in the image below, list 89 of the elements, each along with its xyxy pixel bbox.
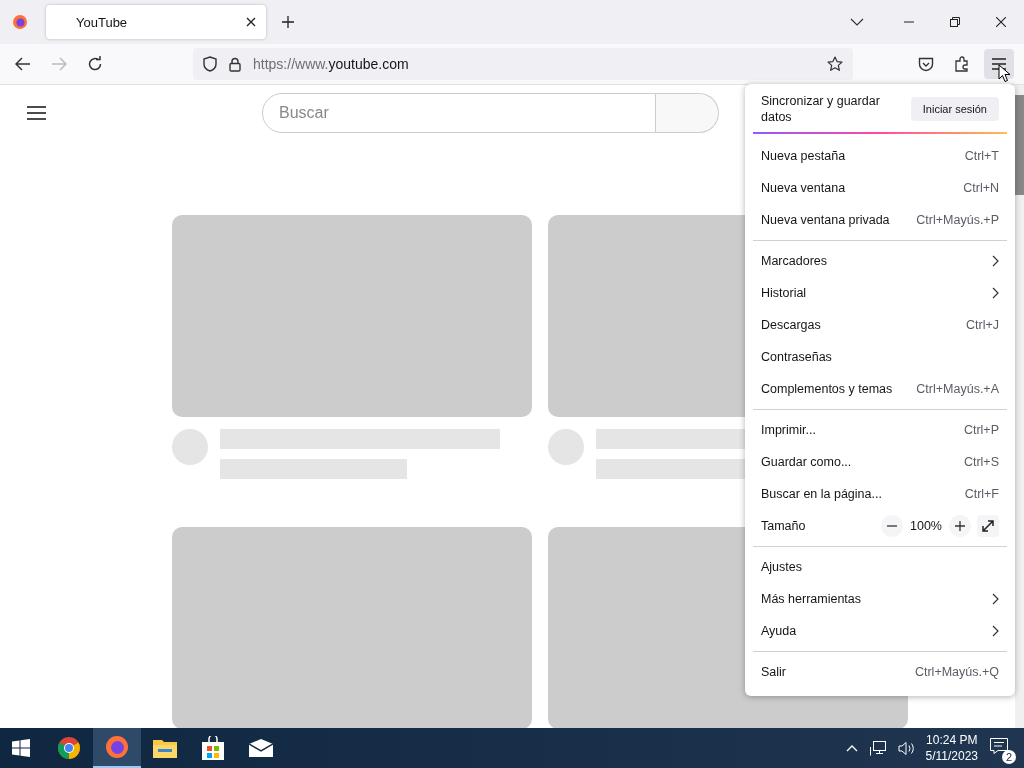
zoom-out-button[interactable] (881, 515, 903, 537)
plus-icon (955, 521, 965, 531)
chevron-right-icon (992, 593, 999, 605)
shortcut-text: Ctrl+Mayús.+P (916, 213, 999, 227)
menu-item[interactable]: Descargas Ctrl+J (753, 309, 1007, 341)
menu-item-label: Ayuda (761, 624, 797, 638)
sync-label: Sincronizar y guardar datos (761, 93, 881, 125)
menu-item-label: Imprimir... (761, 423, 816, 437)
new-tab-icon[interactable] (282, 16, 294, 28)
scrollbar[interactable] (1015, 85, 1024, 728)
shortcut-text: Ctrl+T (964, 149, 999, 163)
avatar-placeholder (548, 429, 584, 465)
lock-icon[interactable] (229, 56, 241, 72)
menu-item-label: Nueva ventana privada (761, 213, 890, 227)
fullscreen-button[interactable] (977, 515, 999, 537)
menu-item-label: Marcadores (761, 254, 827, 268)
chevron-up-icon[interactable] (845, 744, 858, 752)
clock-date: 5/11/2023 (925, 748, 978, 764)
menu-item-label: Buscar en la página... (761, 487, 882, 501)
menu-item[interactable]: Ayuda (753, 615, 1007, 647)
star-icon[interactable] (827, 56, 843, 72)
menu-item[interactable]: Más herramientas (753, 583, 1007, 615)
clock-time: 10:24 PM (926, 732, 978, 748)
menu-item-label: Salir (761, 665, 786, 679)
puzzle-icon[interactable] (954, 56, 970, 72)
menu-item-label: Contraseñas (761, 350, 832, 364)
menu-item-label: Ajustes (761, 560, 802, 574)
zoom-in-button[interactable] (949, 515, 971, 537)
firefox-icon (105, 735, 129, 759)
windows-start-icon[interactable] (12, 739, 30, 757)
menu-item[interactable]: Imprimir... Ctrl+P (753, 414, 1007, 446)
firefox-icon[interactable] (12, 14, 28, 30)
restore-icon[interactable] (950, 17, 960, 27)
menu-item[interactable]: Historial (753, 277, 1007, 309)
expand-arrows-icon (982, 520, 994, 532)
menu-item[interactable]: Complementos y temas Ctrl+Mayús.+A (753, 373, 1007, 405)
reload-icon[interactable] (87, 56, 103, 72)
shortcut-text: Ctrl+Mayús.+Q (914, 665, 999, 679)
mail-icon (249, 739, 273, 757)
notification-badge: 2 (1002, 750, 1016, 764)
menu-item-label: Descargas (761, 318, 821, 332)
volume-icon[interactable] (897, 740, 916, 756)
menu-item[interactable]: Nueva pestaña Ctrl+T (753, 140, 1007, 172)
menu-item[interactable]: Marcadores (753, 245, 1007, 277)
close-icon[interactable] (246, 17, 256, 27)
menu-icon[interactable] (992, 58, 1006, 70)
menu-item-label: Nueva ventana (761, 181, 846, 195)
shortcut-text: Ctrl+S (963, 455, 999, 469)
chevron-down-icon[interactable] (850, 18, 864, 26)
menu-item-label: Complementos y temas (761, 382, 893, 396)
shortcut-text: Ctrl+N (963, 181, 999, 195)
search-field[interactable]: Buscar (262, 93, 656, 133)
chevron-right-icon (992, 287, 999, 299)
menu-item[interactable]: Nueva ventana privada Ctrl+Mayús.+P (753, 204, 1007, 236)
chevron-right-icon (992, 625, 999, 637)
back-icon[interactable] (15, 57, 31, 71)
avatar-placeholder (172, 429, 208, 465)
folder-icon (153, 738, 177, 758)
close-icon[interactable] (996, 17, 1006, 27)
store-icon (202, 736, 224, 760)
shortcut-text: Ctrl+J (966, 318, 999, 332)
shield-icon[interactable] (203, 56, 217, 72)
menu-item[interactable]: Guardar como... Ctrl+S (753, 446, 1007, 478)
url-text: https://www.youtube.com (253, 56, 409, 72)
menu-item[interactable]: Buscar en la página... Ctrl+F (753, 478, 1007, 510)
network-icon[interactable] (869, 740, 886, 756)
menu-item-label: Historial (761, 286, 807, 300)
menu-item-label: Más herramientas (761, 592, 862, 606)
shortcut-text: Ctrl+P (963, 423, 999, 437)
notifications-icon[interactable] (990, 738, 1008, 754)
chevron-right-icon (992, 255, 999, 267)
pocket-icon[interactable] (918, 56, 934, 72)
menu-item[interactable]: Salir Ctrl+Mayús.+Q (753, 656, 1007, 688)
shortcut-text: Ctrl+Mayús.+A (916, 382, 999, 396)
scrollbar-thumb[interactable] (1015, 95, 1024, 195)
zoom-value[interactable]: 100% (903, 519, 949, 533)
sign-in-button[interactable]: Iniciar sesión (910, 97, 999, 121)
shortcut-text: Ctrl+F (964, 487, 999, 501)
chrome-icon (57, 736, 81, 760)
minus-icon (887, 525, 897, 527)
browser-tab[interactable]: YouTube (46, 5, 266, 39)
menu-item-label: Tamaño (761, 519, 807, 533)
menu-item[interactable]: Nueva ventana Ctrl+N (753, 172, 1007, 204)
menu-icon[interactable] (27, 106, 46, 120)
address-bar[interactable]: https://www.youtube.com (193, 48, 853, 80)
menu-item[interactable]: Ajustes (753, 551, 1007, 583)
menu-item-label: Nueva pestaña (761, 149, 846, 163)
menu-item[interactable]: Contraseñas (753, 341, 1007, 373)
menu-item-label: Guardar como... (761, 455, 852, 469)
